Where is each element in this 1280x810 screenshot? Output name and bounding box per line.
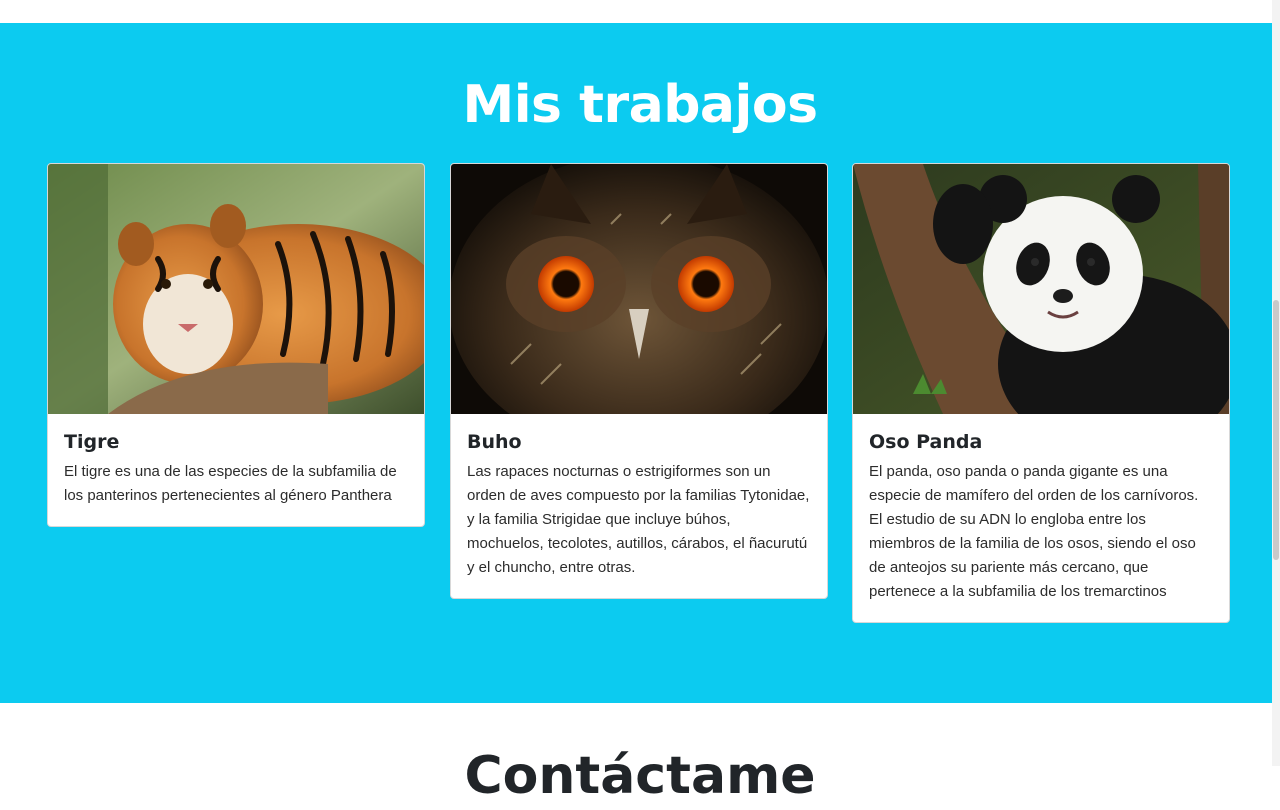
card-title: Oso Panda <box>869 431 983 453</box>
card-text: El panda, oso panda o panda gigante es u… <box>869 463 1199 600</box>
works-section-title: Mis trabajos <box>462 75 818 135</box>
work-card-tigre[interactable]: Tigre El tigre es una de las especies de… <box>47 163 425 527</box>
scrollbar-thumb[interactable] <box>1273 300 1279 560</box>
panda-image <box>853 164 1229 414</box>
card-title: Buho <box>467 431 522 453</box>
tiger-image <box>48 164 424 414</box>
work-card-oso-panda[interactable]: Oso Panda El panda, oso panda o panda gi… <box>852 163 1230 623</box>
owl-image <box>451 164 827 414</box>
card-text: Las rapaces nocturnas o estrigiformes so… <box>467 463 810 576</box>
contact-section-title: Contáctame <box>464 746 816 806</box>
card-title: Tigre <box>64 431 120 453</box>
card-text: El tigre es una de las especies de la su… <box>64 463 397 504</box>
work-card-buho[interactable]: Buho Las rapaces nocturnas o estrigiform… <box>450 163 828 599</box>
works-section: Mis trabajos Tigre El tigre es una de la… <box>0 23 1272 703</box>
